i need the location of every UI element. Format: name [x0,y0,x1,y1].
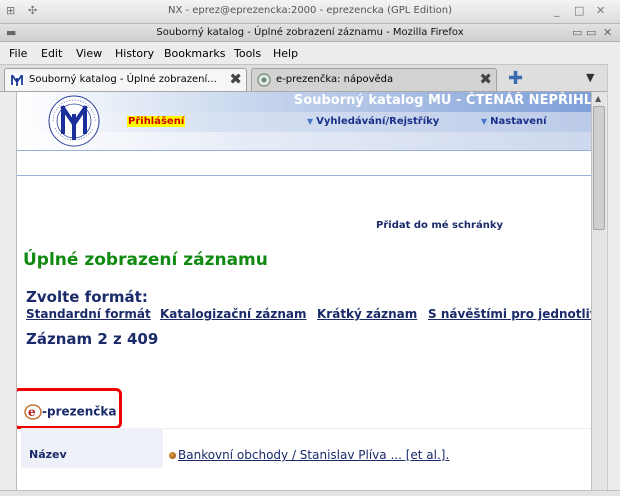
format-standard-link[interactable]: Standardní formát [26,307,151,321]
menu-bar: File Edit View History Bookmarks Tools H… [0,43,620,64]
record-field-row: Název Bankovní obchody / Stanislav Plíva… [21,428,591,468]
scroll-thumb[interactable] [593,106,605,230]
banner-title: Souborný katalog MU - ČTENÁŘ NEPŘIHL [293,93,591,108]
format-catalog-link[interactable]: Katalogizační záznam [160,307,307,321]
nx-window-title: NX - eprez@eprezencka:2000 - eprezencka … [167,5,453,16]
eprezencka-label: -prezenčka [42,404,117,419]
tab-catalog-close-icon[interactable]: ✖ [229,70,242,88]
tab-catalog[interactable]: Souborný katalog - Úplné zobrazení... ✖ [4,68,247,91]
menu-bookmarks[interactable]: Bookmarks [164,47,225,60]
menu-tools[interactable]: Tools [234,47,261,60]
svg-text:e: e [28,405,36,419]
nx-title-bar: ⊞ ✣ NX - eprez@eprezencka:2000 - eprezen… [0,0,620,24]
browser-window-title: Souborný katalog - Úplné zobrazení zázna… [156,27,464,38]
nav-settings-label: Nastavení [490,116,547,127]
eprezencka-e-icon: e [24,403,42,420]
nx-minimize-icon[interactable]: _ [554,4,560,18]
tab-help-label: e-prezenčka: nápověda [276,74,394,85]
record-count: Záznam 2 z 409 [26,330,159,348]
nav-search-label: Vyhledávání/Rejstříky [316,116,440,127]
format-short-link[interactable]: Krátký záznam [317,307,417,321]
menu-history[interactable]: History [115,47,154,60]
menu-view[interactable]: View [76,47,102,60]
menu-help[interactable]: Help [273,47,298,60]
status-bar [0,490,620,496]
tab-list-dropdown-icon[interactable]: ▼ [586,71,594,84]
vertical-scrollbar[interactable]: ▲ [591,92,606,490]
page-favicon-icon [257,73,271,87]
field-title-link[interactable]: Bankovní obchody / Stanislav Plíva ... [… [178,448,449,462]
window-right-edge [607,64,620,496]
format-labeled-link[interactable]: S návěštími pro jednotlivá [428,307,591,321]
bullet-icon [169,452,176,459]
nav-arrow-icon: ▼ [481,117,488,126]
field-label-title: Název [29,448,67,461]
menu-edit[interactable]: Edit [41,47,62,60]
field-label-cell: Název [21,428,163,468]
tab-help[interactable]: e-prezenčka: nápověda ✖ [251,68,497,91]
page-title: Úplné zobrazení záznamu [23,250,268,270]
firefox-title-bar: ▬ Souborný katalog - Úplné zobrazení záz… [0,24,620,42]
banner-blank-strip [17,150,591,176]
muni-logo-icon[interactable] [47,94,101,148]
field-value-cell: Bankovní obchody / Stanislav Plíva ... [… [165,428,591,468]
banner-title-strip: Souborný katalog MU - ČTENÁŘ NEPŘIHL [17,92,591,112]
web-content: Souborný katalog MU - ČTENÁŘ NEPŘIHL Při… [16,92,591,490]
window-maximize-icon[interactable]: ▭ [586,26,596,39]
eprezencka-button[interactable]: e -prezenčka [24,401,116,421]
new-tab-plus-icon[interactable]: ✚ [508,68,523,89]
window-minimize-icon[interactable]: ▭ [572,26,582,39]
desktop-window: ⊞ ✣ NX - eprez@eprezencka:2000 - eprezen… [0,0,620,496]
nav-settings-link[interactable]: ▼ Nastavení [481,116,547,127]
nx-close-icon[interactable]: ✕ [596,4,605,18]
nav-search-link[interactable]: ▼ Vyhledávání/Rejstříky [307,116,439,127]
login-link[interactable]: Přihlášení [127,116,186,127]
menu-file[interactable]: File [9,47,27,60]
format-label: Zvolte formát: [26,288,148,306]
scroll-up-icon[interactable]: ▲ [595,94,601,103]
tab-help-close-icon[interactable]: ✖ [479,70,492,88]
mu-favicon-icon [10,73,24,87]
nav-arrow-icon: ▼ [307,117,314,126]
nx-maximize-icon[interactable]: □ [574,4,584,18]
tab-catalog-label: Souborný katalog - Úplné zobrazení... [29,74,217,85]
banner-lower-strip [17,132,591,150]
window-close-icon[interactable]: ✕ [603,26,612,39]
tab-bar: Souborný katalog - Úplné zobrazení... ✖ … [0,64,620,92]
add-to-basket-link[interactable]: Přidat do mé schránky [376,220,503,231]
